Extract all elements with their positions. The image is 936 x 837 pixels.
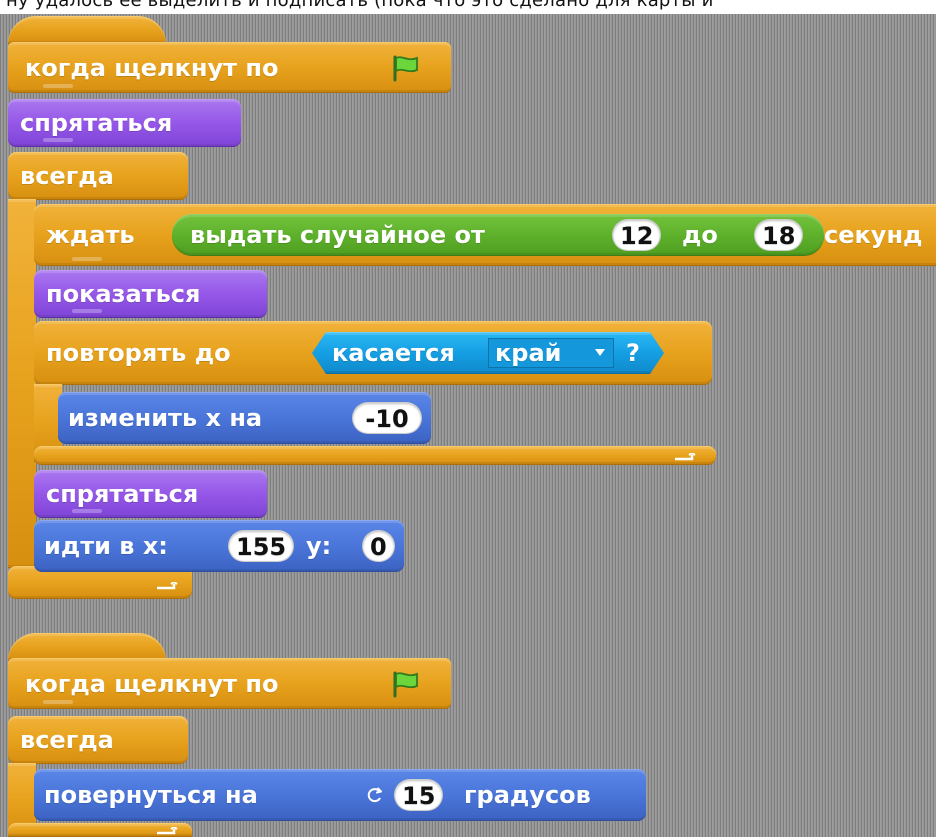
top-caption-strip: ну удалось её выделить и подписать (пока… (0, 0, 936, 14)
random-from-input[interactable]: 12 (612, 219, 662, 251)
hat-2-notch (43, 700, 73, 704)
touching-dropdown-value: край (495, 339, 562, 367)
random-reporter[interactable]: выдать случайное от 12 до 18 (172, 214, 824, 256)
show-block-notch (72, 309, 102, 313)
when-flag-clicked-hat-1[interactable]: когда щелкнут по (8, 42, 451, 93)
top-caption-text: ну удалось её выделить и подписать (пока… (6, 0, 714, 11)
change-x-block[interactable]: изменить х на -10 (58, 392, 431, 444)
wait-random-block[interactable]: ждать выдать случайное от 12 до 18 секун… (34, 204, 936, 266)
script-2-hat-cap (8, 633, 166, 661)
hide-block-2-label: спрятаться (46, 480, 199, 508)
wait-suffix-label: секунд (824, 221, 923, 249)
hat-1-label: когда щелкнут по (25, 53, 279, 82)
forever-block-1-header[interactable]: всегда (8, 152, 188, 200)
turn-block[interactable]: повернуться на 15 градусов (34, 769, 646, 821)
repeat-until-header[interactable]: повторять до касается край ? (34, 321, 712, 385)
when-flag-clicked-hat-2[interactable]: когда щелкнут по (8, 658, 451, 709)
goto-x-input[interactable]: 155 (228, 530, 295, 562)
loop-arrow-icon (157, 582, 178, 590)
hat-1-notch (43, 84, 73, 88)
wait-notch (72, 257, 102, 261)
turn-label: повернуться на (44, 781, 258, 809)
random-reporter-label: выдать случайное от (190, 221, 485, 249)
goto-y-input[interactable]: 0 (362, 530, 395, 562)
touching-qmark: ? (626, 339, 640, 367)
change-x-label: изменить х на (68, 404, 263, 432)
repeat-loop-arrow-icon (675, 453, 696, 461)
hat-2-label: когда щелкнут по (25, 669, 279, 698)
repeat-until-footer (34, 446, 716, 465)
forever-block-2-header[interactable]: всегда (8, 716, 188, 764)
loop-arrow-icon-2 (157, 827, 178, 835)
touching-sensing-block[interactable]: касается край ? (312, 332, 664, 374)
repeat-until-label: повторять до (46, 339, 231, 367)
goto-label: идти в x: (44, 532, 168, 560)
turn-input[interactable]: 15 (394, 779, 444, 811)
random-to-input[interactable]: 18 (754, 219, 804, 251)
dropdown-arrow-icon (595, 349, 605, 356)
script-1-hat-cap (8, 16, 166, 44)
forever-block-1-label: всегда (20, 162, 114, 190)
hide-block-1[interactable]: спрятаться (8, 99, 241, 147)
goto-xy-block[interactable]: идти в x: 155 y: 0 (34, 520, 404, 572)
scripts-canvas: ну удалось её выделить и подписать (пока… (0, 0, 936, 837)
touching-dropdown[interactable]: край (488, 338, 614, 368)
random-to-label: до (682, 221, 718, 249)
hide-block-2-notch (72, 509, 102, 513)
turn-suffix-label: градусов (464, 781, 591, 809)
forever-block-1-left-arm (8, 199, 36, 568)
green-flag-icon-2 (393, 671, 418, 697)
show-block-label: показаться (46, 280, 201, 308)
forever-block-2-bottom-cap (8, 823, 192, 837)
rotate-icon (367, 787, 382, 803)
touching-label: касается (332, 339, 455, 367)
green-flag-icon (393, 55, 418, 81)
hide-block-2[interactable]: спрятаться (34, 470, 267, 518)
wait-prefix-label: ждать (46, 221, 135, 249)
forever-block-2-label: всегда (20, 726, 114, 754)
hide-block-1-label: спрятаться (20, 109, 173, 137)
hide-block-1-notch (43, 138, 73, 142)
show-block[interactable]: показаться (34, 270, 267, 318)
goto-y-label: y: (306, 532, 332, 560)
change-x-input[interactable]: -10 (352, 402, 422, 434)
